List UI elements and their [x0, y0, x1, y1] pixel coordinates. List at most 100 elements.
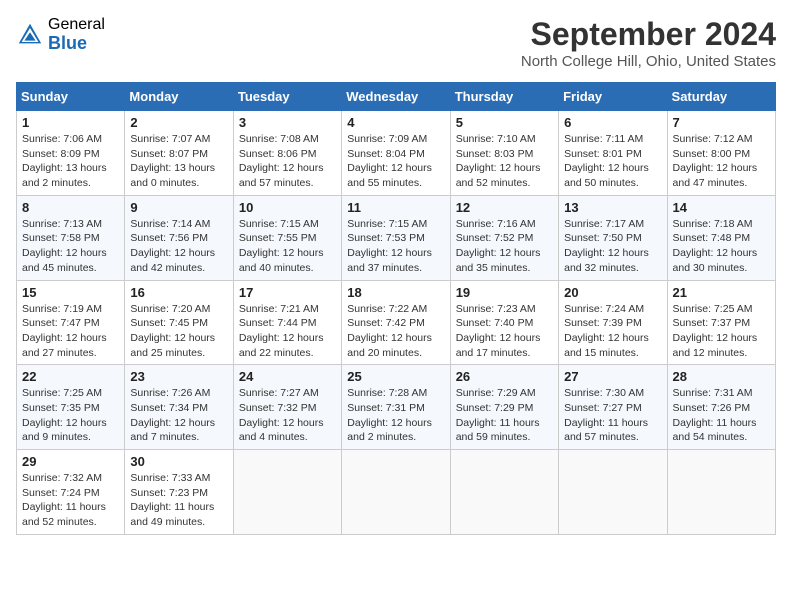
day-number: 28 — [673, 369, 770, 384]
day-detail: Sunrise: 7:15 AMSunset: 7:55 PMDaylight:… — [239, 217, 336, 276]
day-number: 11 — [347, 200, 444, 215]
calendar-cell: 17Sunrise: 7:21 AMSunset: 7:44 PMDayligh… — [233, 280, 341, 365]
calendar-cell: 5 Sunrise: 7:10 AMSunset: 8:03 PMDaylight… — [450, 111, 558, 196]
day-number: 29 — [22, 454, 119, 469]
day-number: 8 — [22, 200, 119, 215]
day-number: 5 — [456, 115, 553, 130]
day-number: 18 — [347, 285, 444, 300]
day-detail: Sunrise: 7:08 AMSunset: 8:06 PMDaylight:… — [239, 132, 336, 191]
logo-blue: Blue — [48, 34, 105, 54]
day-detail: Sunrise: 7:23 AMSunset: 7:40 PMDaylight:… — [456, 302, 553, 361]
page-header: General Blue September 2024 North Colleg… — [16, 16, 776, 70]
calendar-cell: 21 Sunrise: 7:25 AMSunset: 7:37 PMDayligh… — [667, 280, 775, 365]
day-number: 2 — [130, 115, 227, 130]
day-detail: Sunrise: 7:33 AMSunset: 7:23 PMDaylight:… — [130, 471, 227, 530]
calendar-cell: 28 Sunrise: 7:31 AMSunset: 7:26 PMDayligh… — [667, 365, 775, 450]
calendar-cell: 15 Sunrise: 7:19 AMSunset: 7:47 PMDayligh… — [17, 280, 125, 365]
day-detail: Sunrise: 7:32 AMSunset: 7:24 PMDaylight:… — [22, 471, 119, 530]
calendar-cell: 9Sunrise: 7:14 AMSunset: 7:56 PMDaylight… — [125, 195, 233, 280]
day-number: 20 — [564, 285, 661, 300]
day-number: 7 — [673, 115, 770, 130]
day-detail: Sunrise: 7:29 AMSunset: 7:29 PMDaylight:… — [456, 386, 553, 445]
day-detail: Sunrise: 7:15 AMSunset: 7:53 PMDaylight:… — [347, 217, 444, 276]
calendar-cell: 3Sunrise: 7:08 AMSunset: 8:06 PMDaylight… — [233, 111, 341, 196]
day-detail: Sunrise: 7:28 AMSunset: 7:31 PMDaylight:… — [347, 386, 444, 445]
day-detail: Sunrise: 7:25 AMSunset: 7:35 PMDaylight:… — [22, 386, 119, 445]
month-title: September 2024 — [521, 16, 776, 53]
calendar-cell: 12 Sunrise: 7:16 AMSunset: 7:52 PMDayligh… — [450, 195, 558, 280]
day-number: 26 — [456, 369, 553, 384]
calendar-cell: 14 Sunrise: 7:18 AMSunset: 7:48 PMDayligh… — [667, 195, 775, 280]
calendar-cell: 18 Sunrise: 7:22 AMSunset: 7:42 PMDayligh… — [342, 280, 450, 365]
logo: General Blue — [16, 16, 105, 53]
day-detail: Sunrise: 7:16 AMSunset: 7:52 PMDaylight:… — [456, 217, 553, 276]
day-detail: Sunrise: 7:27 AMSunset: 7:32 PMDaylight:… — [239, 386, 336, 445]
calendar-header-thursday: Thursday — [450, 83, 558, 111]
calendar-cell — [559, 450, 667, 535]
calendar-cell: 4 Sunrise: 7:09 AMSunset: 8:04 PMDaylight… — [342, 111, 450, 196]
day-number: 30 — [130, 454, 227, 469]
calendar-cell — [233, 450, 341, 535]
calendar-cell: 1 Sunrise: 7:06 AMSunset: 8:09 PMDaylight… — [17, 111, 125, 196]
calendar-cell: 27Sunrise: 7:30 AMSunset: 7:27 PMDayligh… — [559, 365, 667, 450]
calendar-header-row: SundayMondayTuesdayWednesdayThursdayFrid… — [17, 83, 776, 111]
calendar-header-tuesday: Tuesday — [233, 83, 341, 111]
day-detail: Sunrise: 7:06 AMSunset: 8:09 PMDaylight:… — [22, 132, 119, 191]
day-number: 23 — [130, 369, 227, 384]
day-number: 22 — [22, 369, 119, 384]
calendar-cell: 26 Sunrise: 7:29 AMSunset: 7:29 PMDayligh… — [450, 365, 558, 450]
calendar-cell: 22 Sunrise: 7:25 AMSunset: 7:35 PMDayligh… — [17, 365, 125, 450]
day-number: 15 — [22, 285, 119, 300]
calendar-cell: 29 Sunrise: 7:32 AMSunset: 7:24 PMDayligh… — [17, 450, 125, 535]
logo-general: General — [48, 16, 105, 34]
day-number: 1 — [22, 115, 119, 130]
calendar-cell: 11 Sunrise: 7:15 AMSunset: 7:53 PMDayligh… — [342, 195, 450, 280]
calendar-cell: 8 Sunrise: 7:13 AMSunset: 7:58 PMDaylight… — [17, 195, 125, 280]
day-number: 4 — [347, 115, 444, 130]
day-detail: Sunrise: 7:12 AMSunset: 8:00 PMDaylight:… — [673, 132, 770, 191]
calendar-cell: 20Sunrise: 7:24 AMSunset: 7:39 PMDayligh… — [559, 280, 667, 365]
calendar-cell: 19Sunrise: 7:23 AMSunset: 7:40 PMDayligh… — [450, 280, 558, 365]
day-detail: Sunrise: 7:22 AMSunset: 7:42 PMDaylight:… — [347, 302, 444, 361]
calendar-cell: 13 Sunrise: 7:17 AMSunset: 7:50 PMDayligh… — [559, 195, 667, 280]
day-detail: Sunrise: 7:09 AMSunset: 8:04 PMDaylight:… — [347, 132, 444, 191]
calendar-cell: 6Sunrise: 7:11 AMSunset: 8:01 PMDaylight… — [559, 111, 667, 196]
day-number: 27 — [564, 369, 661, 384]
day-number: 12 — [456, 200, 553, 215]
day-detail: Sunrise: 7:18 AMSunset: 7:48 PMDaylight:… — [673, 217, 770, 276]
calendar-cell: 7 Sunrise: 7:12 AMSunset: 8:00 PMDaylight… — [667, 111, 775, 196]
day-detail: Sunrise: 7:31 AMSunset: 7:26 PMDaylight:… — [673, 386, 770, 445]
calendar-cell: 16Sunrise: 7:20 AMSunset: 7:45 PMDayligh… — [125, 280, 233, 365]
day-number: 16 — [130, 285, 227, 300]
calendar-cell: 10Sunrise: 7:15 AMSunset: 7:55 PMDayligh… — [233, 195, 341, 280]
logo-icon — [16, 21, 44, 49]
calendar-week-3: 15 Sunrise: 7:19 AMSunset: 7:47 PMDayligh… — [17, 280, 776, 365]
calendar-cell: 25 Sunrise: 7:28 AMSunset: 7:31 PMDayligh… — [342, 365, 450, 450]
title-block: September 2024 North College Hill, Ohio,… — [521, 16, 776, 70]
calendar-body: 1 Sunrise: 7:06 AMSunset: 8:09 PMDaylight… — [17, 111, 776, 535]
day-number: 14 — [673, 200, 770, 215]
day-detail: Sunrise: 7:26 AMSunset: 7:34 PMDaylight:… — [130, 386, 227, 445]
calendar-cell: 24Sunrise: 7:27 AMSunset: 7:32 PMDayligh… — [233, 365, 341, 450]
calendar-table: SundayMondayTuesdayWednesdayThursdayFrid… — [16, 82, 776, 535]
calendar-header-friday: Friday — [559, 83, 667, 111]
day-detail: Sunrise: 7:21 AMSunset: 7:44 PMDaylight:… — [239, 302, 336, 361]
day-detail: Sunrise: 7:19 AMSunset: 7:47 PMDaylight:… — [22, 302, 119, 361]
day-detail: Sunrise: 7:17 AMSunset: 7:50 PMDaylight:… — [564, 217, 661, 276]
calendar-week-2: 8 Sunrise: 7:13 AMSunset: 7:58 PMDaylight… — [17, 195, 776, 280]
day-detail: Sunrise: 7:14 AMSunset: 7:56 PMDaylight:… — [130, 217, 227, 276]
calendar-cell: 2 Sunrise: 7:07 AMSunset: 8:07 PMDaylight… — [125, 111, 233, 196]
calendar-header-monday: Monday — [125, 83, 233, 111]
day-detail: Sunrise: 7:11 AMSunset: 8:01 PMDaylight:… — [564, 132, 661, 191]
day-number: 21 — [673, 285, 770, 300]
calendar-cell: 23 Sunrise: 7:26 AMSunset: 7:34 PMDayligh… — [125, 365, 233, 450]
day-detail: Sunrise: 7:10 AMSunset: 8:03 PMDaylight:… — [456, 132, 553, 191]
calendar-header-wednesday: Wednesday — [342, 83, 450, 111]
calendar-cell: 30 Sunrise: 7:33 AMSunset: 7:23 PMDayligh… — [125, 450, 233, 535]
day-detail: Sunrise: 7:25 AMSunset: 7:37 PMDaylight:… — [673, 302, 770, 361]
day-detail: Sunrise: 7:07 AMSunset: 8:07 PMDaylight:… — [130, 132, 227, 191]
day-number: 25 — [347, 369, 444, 384]
day-detail: Sunrise: 7:13 AMSunset: 7:58 PMDaylight:… — [22, 217, 119, 276]
day-number: 13 — [564, 200, 661, 215]
logo-text: General Blue — [48, 16, 105, 53]
